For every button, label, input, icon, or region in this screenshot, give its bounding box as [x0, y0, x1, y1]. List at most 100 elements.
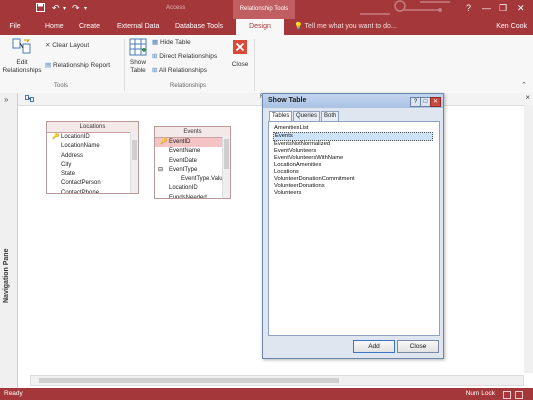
collapse-ribbon-icon[interactable]: ⌃: [521, 81, 527, 89]
clear-layout-button[interactable]: ✕ Clear Layout: [45, 41, 89, 51]
list-item[interactable]: EventVolunteersWithName: [273, 155, 433, 162]
collapse-icon[interactable]: ⊟: [158, 166, 163, 175]
tab-file[interactable]: File: [0, 19, 30, 35]
field-row[interactable]: EventDate: [155, 157, 230, 166]
close-relationships-button[interactable]: Close: [229, 40, 251, 69]
key-icon: 🔑: [160, 139, 168, 145]
tab-database-tools[interactable]: Database Tools: [170, 19, 228, 35]
tools-group-label: Tools: [54, 83, 69, 89]
close-x-icon: [233, 40, 247, 54]
navigation-pane-label: Navigation Pane: [3, 248, 10, 303]
relationship-report-button[interactable]: ▤ Relationship Report: [45, 61, 110, 71]
events-table[interactable]: Events 🔑 EventID EventName EventDate ⊟ E…: [154, 126, 231, 199]
field-row[interactable]: 🔑 EventID: [155, 138, 230, 148]
table-list[interactable]: AmenitiesList Events EventsNotNormalized…: [273, 125, 433, 331]
field-row[interactable]: EventType.Valu: [155, 175, 230, 184]
list-item[interactable]: Volunteers: [273, 190, 433, 197]
list-item[interactable]: EventVolunteers: [273, 148, 433, 155]
hide-table-button[interactable]: ▦ Hide Table: [152, 38, 191, 48]
show-table-label: Show Table: [129, 59, 147, 74]
field-name: LocationID: [61, 134, 90, 140]
dialog-title: Show Table: [268, 97, 307, 104]
list-item[interactable]: VolunteerDonationCommitment: [273, 176, 433, 183]
dialog-close-icon[interactable]: ✕: [430, 97, 441, 107]
table-scrollbar[interactable]: [130, 132, 138, 193]
clear-layout-label: Clear Layout: [52, 42, 90, 49]
ribbon: Edit Relationships ✕ Clear Layout ▤ Rela…: [0, 35, 533, 94]
document-vertical-scrollbar[interactable]: [524, 105, 533, 373]
add-button[interactable]: Add: [353, 340, 395, 353]
table-title[interactable]: Locations: [47, 122, 138, 133]
status-text: Ready: [4, 390, 23, 397]
list-item-selected[interactable]: Events: [273, 132, 433, 141]
status-bar: Ready Num Lock: [0, 388, 533, 400]
scroll-thumb[interactable]: [132, 140, 137, 160]
field-row[interactable]: 🔑 LocationID: [47, 133, 138, 142]
customize-qat-icon[interactable]: ▾: [84, 5, 87, 12]
ribbon-tab-row: File Home Create External Data Database …: [0, 19, 533, 35]
document-horizontal-scrollbar[interactable]: [30, 375, 524, 386]
tab-design[interactable]: Design: [236, 19, 284, 35]
hide-table-icon: ▦: [152, 39, 159, 46]
num-lock-indicator: Num Lock: [465, 390, 495, 397]
dialog-title-bar[interactable]: Show Table ? □ ✕: [263, 94, 443, 108]
user-name[interactable]: Ken Cook: [496, 19, 527, 35]
table-title[interactable]: Events: [155, 127, 230, 138]
list-item[interactable]: AmenitiesList: [273, 125, 433, 132]
close-label: Close: [231, 61, 249, 68]
redo-icon[interactable]: ↷: [72, 3, 80, 14]
tables-panel: AmenitiesList Events EventsNotNormalized…: [268, 121, 440, 336]
field-row[interactable]: Address: [47, 152, 138, 161]
tell-me-box[interactable]: 💡 Tell me what you want to do...: [294, 21, 397, 33]
relationships-doc-icon: [25, 95, 34, 102]
direct-relationships-label: Direct Relationships: [159, 53, 218, 60]
save-icon[interactable]: [36, 3, 45, 14]
tab-external-data[interactable]: External Data: [112, 19, 164, 35]
navigation-pane[interactable]: » Navigation Pane: [0, 93, 18, 388]
close-document-icon[interactable]: ×: [525, 93, 530, 102]
minimize-button[interactable]: —: [482, 3, 491, 13]
list-item[interactable]: Locations: [273, 169, 433, 176]
close-button[interactable]: Close: [397, 340, 439, 353]
list-item[interactable]: EventsNotNormalized: [273, 141, 433, 148]
show-table-button[interactable]: Show Table: [127, 38, 149, 75]
close-window-button[interactable]: ✕: [517, 3, 525, 14]
group-divider: [124, 39, 125, 91]
layout-view-icon[interactable]: [503, 391, 511, 399]
edit-relationships-icon: [12, 38, 31, 54]
show-table-dialog[interactable]: Show Table ? □ ✕ Tables Queries Both Ame…: [262, 93, 444, 359]
edit-relationships-button[interactable]: Edit Relationships: [2, 38, 42, 75]
field-row[interactable]: FundsNeeded: [155, 194, 230, 198]
field-row[interactable]: EventName: [155, 147, 230, 156]
tab-home[interactable]: Home: [40, 19, 69, 35]
help-button[interactable]: ?: [466, 3, 471, 13]
all-relationships-button[interactable]: ⊞ All Relationships: [152, 66, 207, 76]
list-item[interactable]: VolunteerDonations: [273, 183, 433, 190]
locations-table[interactable]: Locations 🔑 LocationID LocationName Addr…: [46, 121, 139, 194]
field-row[interactable]: ContactPerson: [47, 179, 138, 188]
design-view-icon[interactable]: [515, 391, 523, 399]
eraser-icon: ✕: [45, 42, 51, 49]
restore-button[interactable]: ❐: [499, 3, 507, 14]
all-relationships-label: All Relationships: [158, 67, 207, 74]
undo-icon[interactable]: ↶: [52, 3, 60, 14]
field-row[interactable]: City: [47, 161, 138, 170]
tab-create[interactable]: Create: [74, 19, 105, 35]
tell-me-placeholder: Tell me what you want to do...: [304, 23, 397, 30]
field-row[interactable]: State: [47, 170, 138, 179]
field-row[interactable]: LocationName: [47, 142, 138, 151]
nav-pane-toggle-icon[interactable]: »: [4, 95, 8, 104]
all-relationships-icon: ⊞: [152, 67, 158, 74]
direct-relationships-button[interactable]: ⊞ Direct Relationships: [152, 52, 217, 62]
field-row[interactable]: ContactPhone: [47, 189, 138, 193]
app-title: Access: [166, 5, 186, 11]
scroll-thumb[interactable]: [39, 378, 339, 383]
list-item[interactable]: LocationAmenities: [273, 162, 433, 169]
field-row[interactable]: LocationID: [155, 184, 230, 193]
field-row[interactable]: ⊟ EventType: [155, 166, 230, 175]
undo-dropdown-icon[interactable]: ▾: [63, 5, 66, 12]
table-scrollbar[interactable]: [222, 137, 230, 198]
relationship-report-label: Relationship Report: [52, 62, 111, 69]
edit-relationships-label: Edit Relationships: [2, 59, 42, 74]
scroll-thumb[interactable]: [224, 139, 229, 169]
